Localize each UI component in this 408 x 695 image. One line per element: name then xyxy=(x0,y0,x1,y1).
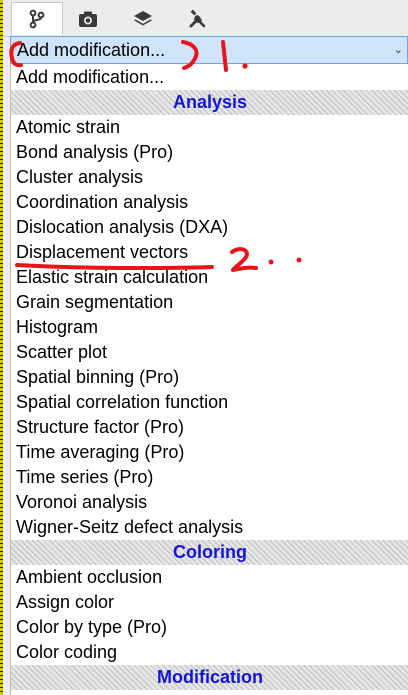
modifier-item-label: Spatial binning (Pro) xyxy=(16,367,180,387)
command-panel-tabbar xyxy=(3,0,408,37)
viewport-edge xyxy=(0,0,3,695)
modifier-dropdown-list: Add modification... Analysis Atomic strain… xyxy=(10,64,408,695)
tools-icon xyxy=(187,9,209,29)
modifier-item-coordination-analysis[interactable]: Coordination analysis xyxy=(11,190,408,215)
modifier-item-time-averaging-pro[interactable]: Time averaging (Pro) xyxy=(11,440,408,465)
category-header-label: Coloring xyxy=(173,542,247,562)
modifier-item-label: Bond analysis (Pro) xyxy=(16,142,174,162)
tab-overlays[interactable] xyxy=(118,4,168,34)
category-header-coloring: Coloring xyxy=(11,540,408,565)
modifier-item-grain-segmentation[interactable]: Grain segmentation xyxy=(11,290,408,315)
tab-render[interactable] xyxy=(63,4,113,34)
modifier-item-label: Coordination analysis xyxy=(16,192,189,212)
modifier-item-dislocation-analysis-dxa[interactable]: Dislocation analysis (DXA) xyxy=(11,215,408,240)
chevron-down-icon[interactable]: ⌄ xyxy=(394,43,403,56)
modifier-item-label: Color coding xyxy=(16,642,118,662)
modifier-item-spatial-correlation-function[interactable]: Spatial correlation function xyxy=(11,390,408,415)
modifier-item-displacement-vectors[interactable]: Displacement vectors xyxy=(11,240,408,265)
modifier-item-label: Time series (Pro) xyxy=(16,467,154,487)
modifier-item-elastic-strain-calculation[interactable]: Elastic strain calculation xyxy=(11,265,408,290)
modifier-item-label: Structure factor (Pro) xyxy=(16,417,185,437)
camera-icon xyxy=(77,9,99,29)
modifier-item-label: Wigner-Seitz defect analysis xyxy=(16,517,244,537)
modifier-item-atomic-strain[interactable]: Atomic strain xyxy=(11,115,408,140)
modifier-item-label: Dislocation analysis (DXA) xyxy=(16,217,229,237)
modifier-item-histogram[interactable]: Histogram xyxy=(11,315,408,340)
modifier-item-assign-color[interactable]: Assign color xyxy=(11,590,408,615)
modifier-item-scatter-plot[interactable]: Scatter plot xyxy=(11,340,408,365)
category-header-modification: Modification xyxy=(11,665,408,690)
list-item-add-modification[interactable]: Add modification... xyxy=(11,65,408,90)
modifier-item-structure-factor-pro[interactable]: Structure factor (Pro) xyxy=(11,415,408,440)
modifier-item-label: Voronoi analysis xyxy=(16,492,148,512)
modifier-item-color-coding[interactable]: Color coding xyxy=(11,640,408,665)
modifier-item-voronoi-analysis[interactable]: Voronoi analysis xyxy=(11,490,408,515)
modifier-item-label: Spatial correlation function xyxy=(16,392,229,412)
category-header-label: Analysis xyxy=(172,92,248,112)
pipeline-branch-icon xyxy=(27,9,47,29)
modifier-item-label: Time averaging (Pro) xyxy=(16,442,185,462)
modifier-item-spatial-binning-pro[interactable]: Spatial binning (Pro) xyxy=(11,365,408,390)
modifier-item-label: Displacement vectors xyxy=(16,242,189,262)
modifier-item-label: Cluster analysis xyxy=(16,167,144,187)
modifier-item-label: Scatter plot xyxy=(16,342,108,362)
modifier-item-color-by-type-pro[interactable]: Color by type (Pro) xyxy=(11,615,408,640)
modifier-item-time-series-pro[interactable]: Time series (Pro) xyxy=(11,465,408,490)
modifier-item-label: Atomic strain xyxy=(16,117,121,137)
modifier-item-cluster-analysis[interactable]: Cluster analysis xyxy=(11,165,408,190)
tab-utilities[interactable] xyxy=(173,4,223,34)
modifier-item-label: Elastic strain calculation xyxy=(16,267,209,287)
modifier-item-label: Color by type (Pro) xyxy=(16,617,168,637)
add-modification-combobox[interactable]: Add modification... ⌄ xyxy=(10,36,408,64)
modifier-item-label: Add modification... xyxy=(16,67,165,87)
modifier-item-bond-analysis-pro[interactable]: Bond analysis (Pro) xyxy=(11,140,408,165)
combobox-selected-label: Add modification... xyxy=(17,40,166,60)
category-header-analysis: Analysis xyxy=(11,90,408,115)
pipeline-editor-panel: Add modification... ⌄ Add modification..… xyxy=(0,0,408,695)
modifier-item-label: Histogram xyxy=(16,317,99,337)
modifier-item-label: Assign color xyxy=(16,592,115,612)
modifier-item-wigner-seitz-defect-analysis[interactable]: Wigner-Seitz defect analysis xyxy=(11,515,408,540)
category-header-label: Modification xyxy=(157,667,263,687)
modifier-item-ambient-occlusion[interactable]: Ambient occlusion xyxy=(11,565,408,590)
tab-pipeline[interactable] xyxy=(11,2,63,35)
modifier-item-label: Grain segmentation xyxy=(16,292,174,312)
layers-icon xyxy=(132,9,154,29)
modifier-item-label: Ambient occlusion xyxy=(16,567,163,587)
